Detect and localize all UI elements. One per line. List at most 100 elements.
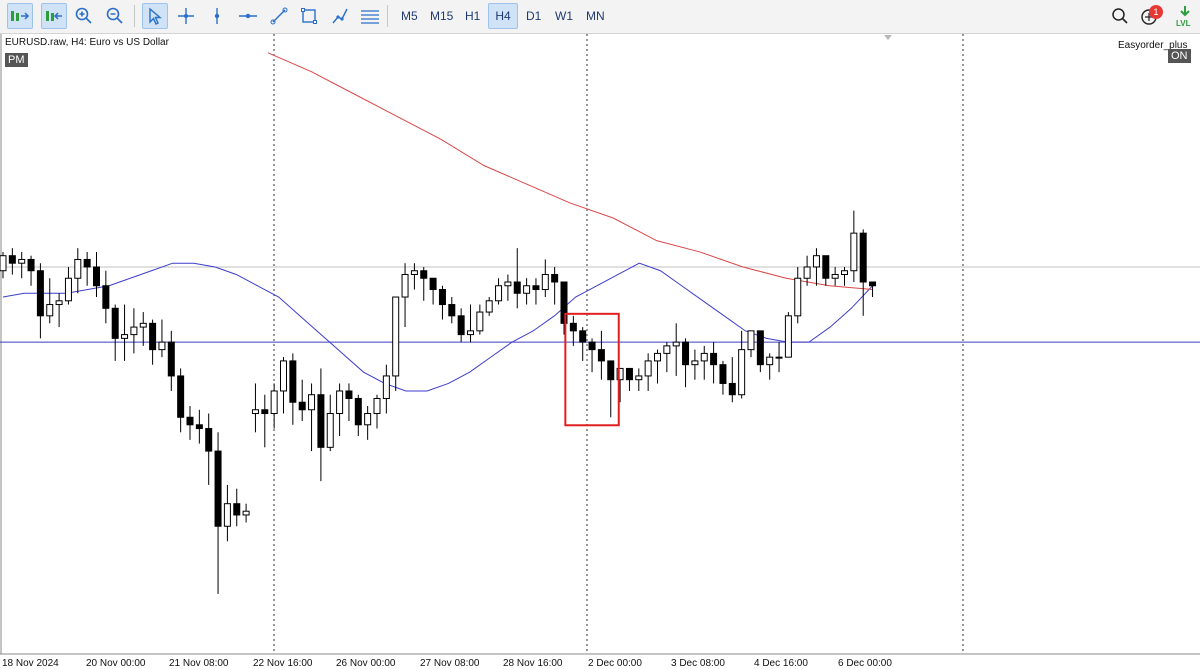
- candle-bullish: [644, 360, 652, 377]
- price-chart[interactable]: EURUSD.raw, H4: Euro vs US Dollar PM Eas…: [0, 34, 1200, 669]
- candle-bearish: [195, 424, 203, 430]
- candle-bearish: [214, 450, 222, 527]
- candle-bullish: [0, 255, 7, 272]
- zoom-in-icon[interactable]: [71, 3, 97, 29]
- candle-bullish: [410, 270, 418, 275]
- candle-bullish: [485, 300, 493, 313]
- candle-bullish: [308, 394, 316, 411]
- notification-badge: 1: [1149, 5, 1163, 19]
- candle-bearish: [457, 315, 465, 336]
- candle-bearish: [448, 304, 456, 317]
- candle-bullish: [691, 360, 699, 366]
- on-button[interactable]: ON: [1168, 49, 1191, 63]
- time-axis-label: 4 Dec 16:00: [754, 658, 808, 669]
- candle-bearish: [719, 364, 727, 384]
- candle-bullish: [803, 266, 811, 279]
- candle-bullish: [495, 285, 503, 302]
- candle-bullish: [373, 397, 381, 415]
- time-axis-label: 21 Nov 08:00: [169, 658, 229, 669]
- pm-label[interactable]: PM: [5, 53, 28, 67]
- candle-bearish: [149, 322, 157, 351]
- horizontal-line-icon[interactable]: [235, 3, 261, 29]
- candle-bullish: [401, 273, 409, 298]
- candle-bearish: [420, 270, 428, 279]
- timeframe-M5[interactable]: M5: [397, 3, 422, 29]
- candle-bullish: [392, 296, 400, 377]
- candle-bearish: [289, 360, 297, 403]
- candle-bearish: [8, 255, 16, 264]
- candle-bullish: [270, 390, 278, 415]
- candle-bullish: [64, 277, 72, 302]
- candle-bullish: [700, 352, 708, 362]
- candle-bearish: [869, 281, 877, 287]
- candle-bearish: [597, 349, 605, 362]
- fibo-icon[interactable]: [357, 3, 383, 29]
- time-axis-label: 28 Nov 16:00: [503, 658, 563, 669]
- lvl-icon[interactable]: LVL: [1172, 3, 1198, 29]
- candle-bearish: [102, 285, 110, 309]
- candle-bearish: [551, 273, 559, 283]
- candle-bearish: [354, 397, 362, 426]
- candle-bullish: [841, 270, 848, 275]
- chart-shift-icon[interactable]: [41, 3, 67, 29]
- timeframe-H1[interactable]: H1: [461, 3, 484, 29]
- candle-bullish: [747, 330, 755, 351]
- crosshair-icon[interactable]: [173, 3, 199, 29]
- cursor-icon[interactable]: [142, 3, 168, 29]
- candle-bearish: [111, 307, 119, 339]
- timeframe-D1[interactable]: D1: [522, 3, 545, 29]
- candle-bearish: [513, 281, 521, 294]
- chart-shift-marker[interactable]: [884, 35, 892, 40]
- candle-bullish: [18, 258, 26, 264]
- candle-bearish: [93, 266, 100, 287]
- candle-bearish: [822, 255, 830, 279]
- time-axis-label: 26 Nov 00:00: [336, 658, 396, 669]
- search-icon[interactable]: [1107, 3, 1133, 29]
- brush-icon[interactable]: [327, 3, 353, 29]
- candle-bearish: [233, 503, 241, 516]
- timeframe-M15[interactable]: M15: [426, 3, 457, 29]
- candle-bullish: [541, 273, 549, 291]
- timeframe-W1[interactable]: W1: [551, 3, 577, 29]
- candle-bearish: [588, 341, 596, 351]
- timeframe-MN[interactable]: MN: [582, 3, 609, 29]
- toolbar-separator: [134, 5, 135, 27]
- candle-bullish: [242, 510, 250, 516]
- toolbar: M5 M15 H1 H4 D1 W1 MN 1 LVL: [0, 0, 1200, 34]
- autoscroll-icon[interactable]: [7, 3, 33, 29]
- candle-bearish: [859, 232, 867, 283]
- candle-bearish: [298, 401, 306, 411]
- vertical-line-icon[interactable]: [204, 3, 230, 29]
- candle-bullish: [326, 413, 334, 448]
- candle-bullish: [46, 304, 54, 317]
- candle-bullish: [523, 285, 531, 294]
- candle-bearish: [756, 330, 764, 366]
- candle-bullish: [635, 375, 643, 381]
- symbol-title: EURUSD.raw, H4: Euro vs US Dollar: [5, 37, 169, 48]
- candle-bearish: [317, 394, 325, 448]
- toolbar-separator: [387, 5, 388, 27]
- candle-bearish: [625, 367, 633, 381]
- time-axis-label: 20 Nov 00:00: [86, 658, 146, 669]
- timeframe-H4[interactable]: H4: [488, 3, 518, 29]
- candle-bullish: [784, 315, 792, 358]
- candle-bullish: [280, 360, 287, 392]
- candle-bullish: [775, 356, 783, 359]
- time-axis-label: 2 Dec 00:00: [588, 658, 642, 669]
- candle-bullish: [74, 258, 82, 279]
- candle-bullish: [121, 334, 129, 339]
- time-axis-label: 18 Nov 2024: [2, 658, 59, 669]
- candle-bearish: [205, 428, 213, 452]
- trendline-icon[interactable]: [266, 3, 292, 29]
- candle-bullish: [467, 330, 474, 336]
- candle-bearish: [429, 277, 437, 291]
- moving-average-line-slow[interactable]: [267, 52, 873, 291]
- candle-bearish: [261, 409, 269, 415]
- candle-bullish: [55, 300, 63, 306]
- candle-bearish: [728, 382, 736, 396]
- rectangle-icon[interactable]: [296, 3, 322, 29]
- candle-bullish: [130, 326, 138, 336]
- zoom-out-icon[interactable]: [102, 3, 128, 29]
- chart-canvas: [0, 34, 1200, 655]
- candle-bullish: [831, 273, 839, 279]
